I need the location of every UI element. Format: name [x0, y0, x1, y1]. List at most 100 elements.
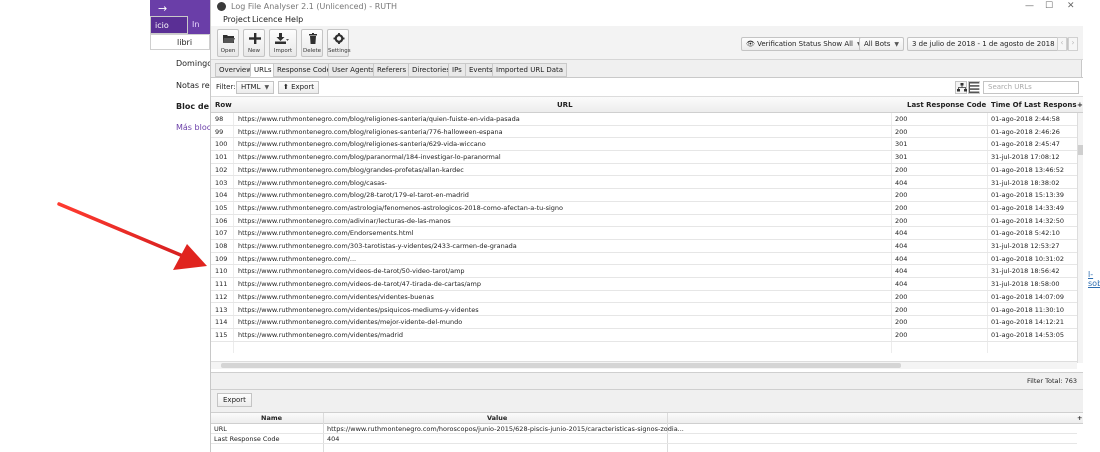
browser-row-2[interactable]: Notas recie [150, 78, 210, 94]
table-row[interactable]: 109 https://www.ruthmontenegro.com/... 404… [211, 253, 1077, 266]
tree-view-button[interactable] [955, 81, 967, 94]
url-cell: https://www.ruthmontenegro.com/Endorseme… [238, 229, 414, 238]
browser-row-4[interactable]: Más blocs [150, 120, 210, 136]
status-bar: Filter Total: 763 [211, 373, 1083, 389]
table-row[interactable]: 113 https://www.ruthmontenegro.com/vident… [211, 304, 1077, 317]
time-cell: 01-ago-2018 15:13:39 [991, 191, 1064, 200]
table-row[interactable]: 110 https://www.ruthmontenegro.com/videos… [211, 265, 1077, 279]
open-button[interactable]: Open [217, 29, 239, 57]
response-code-cell: 200 [895, 330, 908, 339]
table-row[interactable]: 108 https://www.ruthmontenegro.com/303-ta… [211, 240, 1077, 253]
maximize-button[interactable]: ☐ [1045, 1, 1053, 11]
filter-dropdown[interactable]: HTML ▼ [236, 81, 275, 94]
prev-range-button[interactable]: ‹ [1057, 37, 1067, 51]
list-view-button[interactable] [968, 81, 980, 94]
plus-icon [249, 33, 261, 44]
details-table: Name Value + URL https://www.ruthmonteneg… [211, 412, 1083, 452]
column-time-of-last-response[interactable]: Time Of Last Respons [991, 101, 1077, 109]
browser-header: → icio In [150, 0, 210, 34]
table-row[interactable]: 115 https://www.ruthmontenegro.com/vident… [211, 329, 1077, 342]
response-code-cell: 404 [895, 242, 908, 250]
verification-status-dropdown[interactable]: 👁 Verification Status Show All▼ [741, 37, 867, 51]
column-value[interactable]: Value [487, 414, 507, 422]
url-cell: https://www.ruthmontenegro.com/blog/casa… [238, 178, 387, 187]
column-row[interactable]: Row [215, 101, 232, 109]
settings-button[interactable]: Settings [327, 29, 351, 57]
table-row[interactable]: 103 https://www.ruthmontenegro.com/blog/c… [211, 177, 1077, 190]
table-row[interactable]: 102 https://www.ruthmontenegro.com/blog/g… [211, 164, 1077, 177]
browser-row-1[interactable]: Domingo G [150, 56, 210, 72]
table-row[interactable]: 114 https://www.ruthmontenegro.com/vident… [211, 316, 1077, 329]
close-button[interactable]: ✕ [1067, 1, 1075, 11]
row-number: 105 [215, 203, 228, 212]
menu-project[interactable]: Project [223, 15, 250, 24]
arrow-right-icon[interactable]: → [158, 2, 167, 15]
plus-icon[interactable]: + [1077, 414, 1082, 422]
scroll-thumb[interactable] [221, 363, 901, 368]
next-range-button[interactable]: › [1068, 37, 1078, 51]
import-button[interactable]: Import [269, 29, 297, 57]
row-number: 113 [215, 305, 228, 314]
column-url[interactable]: URL [557, 101, 573, 109]
browser-right-link[interactable]: l-sob [1088, 270, 1100, 288]
response-code-cell: 200 [895, 115, 908, 123]
minimize-button[interactable]: — [1025, 1, 1034, 11]
browser-search-field[interactable]: libri [150, 34, 210, 50]
screen: → icio In libri Domingo G Notas recie Bl… [0, 0, 1100, 452]
delete-button[interactable]: Delete [301, 29, 323, 57]
time-cell: 01-ago-2018 5:42:10 [991, 229, 1060, 238]
response-code-cell: 200 [895, 318, 908, 327]
new-button[interactable]: New [243, 29, 265, 57]
table-row[interactable]: 106 https://www.ruthmontenegro.com/adivin… [211, 215, 1077, 228]
table-row[interactable]: 98 https://www.ruthmontenegro.com/blog/re… [211, 113, 1077, 126]
vertical-scrollbar[interactable] [1077, 113, 1083, 363]
table-row[interactable]: 105 https://www.ruthmontenegro.com/astrol… [211, 202, 1077, 215]
bots-dropdown[interactable]: All Bots ▼ [859, 37, 905, 51]
row-number: 101 [215, 153, 228, 162]
table-row[interactable]: 100 https://www.ruthmontenegro.com/blog/r… [211, 138, 1077, 152]
title-bar: Log File Analyser 2.1 (Unlicenced) - RUT… [211, 0, 1083, 14]
table-row[interactable]: 104 https://www.ruthmontenegro.com/blog/2… [211, 189, 1077, 202]
row-number: 106 [215, 216, 228, 225]
details-row[interactable]: URL https://www.ruthmontenegro.com/horosc… [211, 424, 1077, 434]
search-urls-input[interactable]: Search URLs [983, 81, 1079, 94]
scroll-thumb[interactable] [1078, 145, 1083, 155]
column-name[interactable]: Name [261, 414, 282, 422]
details-export-button[interactable]: Export [217, 393, 252, 407]
table-row[interactable]: 112 https://www.ruthmontenegro.com/vident… [211, 291, 1077, 304]
eye-icon: 👁 [746, 40, 755, 48]
row-number: 104 [215, 191, 228, 200]
menu-licence[interactable]: Licence [252, 15, 282, 24]
red-arrow-annotation [57, 202, 207, 270]
response-code-cell: 404 [895, 280, 908, 289]
browser-tab-next[interactable]: In [190, 16, 199, 29]
table-row[interactable]: 107 https://www.ruthmontenegro.com/Endors… [211, 227, 1077, 240]
plus-icon[interactable]: + [1077, 101, 1083, 109]
tab-ips[interactable]: IPs [448, 63, 466, 77]
time-cell: 01-ago-2018 14:33:49 [991, 203, 1064, 212]
menu-help[interactable]: Help [285, 15, 303, 24]
response-code-cell: 200 [895, 216, 908, 225]
browser-tab-active[interactable]: icio [150, 16, 188, 34]
time-cell: 31-jul-2018 18:58:00 [991, 280, 1060, 289]
table-row[interactable]: 111 https://www.ruthmontenegro.com/videos… [211, 278, 1077, 291]
details-value-cell: 404 [327, 435, 340, 443]
url-cell: https://www.ruthmontenegro.com/videntes/… [238, 292, 434, 301]
tab-referers[interactable]: Referers [373, 63, 411, 77]
window-title: Log File Analyser 2.1 (Unlicenced) - RUT… [231, 2, 398, 11]
date-range-dropdown[interactable]: 3 de julio de 2018 - 1 de agosto de 2018… [907, 37, 1069, 51]
row-number: 99 [215, 127, 224, 136]
row-number: 114 [215, 318, 228, 327]
time-cell: 31-jul-2018 18:38:02 [991, 178, 1060, 187]
table-row[interactable]: 101 https://www.ruthmontenegro.com/blog/p… [211, 151, 1077, 164]
details-row[interactable]: Last Response Code 404 [211, 434, 1077, 444]
tab-user-agents[interactable]: User Agents [328, 63, 379, 77]
export-button[interactable]: ⬆ Export [278, 81, 320, 94]
tab-imported-url-data[interactable]: Imported URL Data [492, 63, 568, 77]
horizontal-scrollbar[interactable] [211, 361, 1077, 369]
column-last-response-code[interactable]: Last Response Code [907, 101, 986, 109]
table-row[interactable]: 99 https://www.ruthmontenegro.com/blog/re… [211, 126, 1077, 139]
url-cell: https://www.ruthmontenegro.com/blog/gran… [238, 165, 464, 174]
tab-urls[interactable]: URLs [250, 63, 276, 77]
browser-row-3[interactable]: Bloc de not [150, 99, 210, 115]
